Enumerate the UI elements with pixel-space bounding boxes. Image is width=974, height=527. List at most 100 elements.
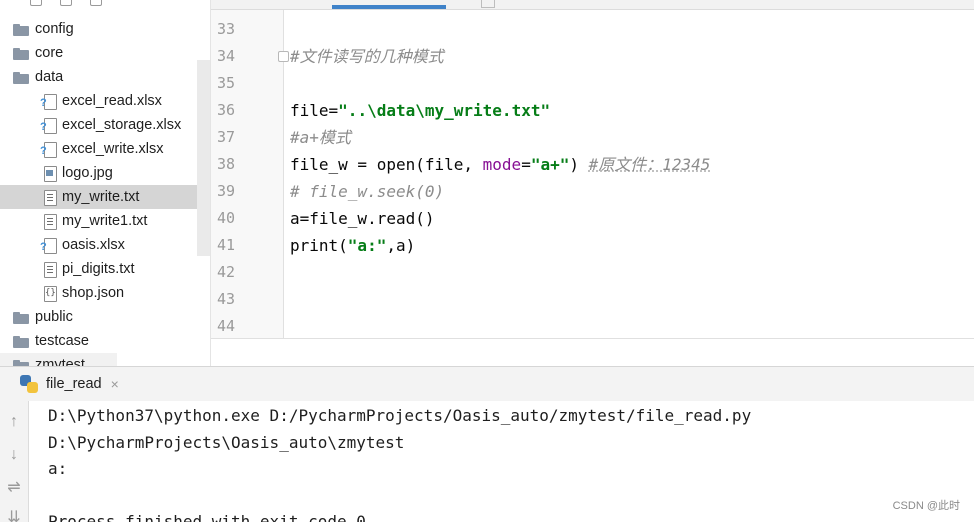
console-output[interactable]: D:\Python37\python.exe D:/PycharmProject… [29, 401, 974, 522]
tree-item-label: excel_write.xlsx [62, 141, 164, 157]
tree-folder-item[interactable]: config [0, 17, 210, 41]
scroll-to-end-icon[interactable]: ⇊ [0, 509, 28, 527]
code-token: "a+" [530, 155, 570, 174]
line-number: 35 [216, 74, 235, 92]
code-token: "a:" [347, 236, 387, 255]
folder-icon [13, 48, 29, 60]
console-line: a: [48, 459, 68, 478]
tree-item-label: testcase [35, 333, 89, 349]
tree-file-item[interactable]: pi_digits.txt [0, 257, 210, 281]
json-file-icon: {} [44, 286, 57, 302]
line-number: 37 [216, 128, 235, 146]
tree-item-label: config [35, 21, 74, 37]
watermark: CSDN @此时 [892, 500, 960, 512]
line-number: 38 [216, 155, 235, 173]
active-editor-tab-indicator[interactable] [332, 5, 446, 9]
tree-file-item[interactable]: my_write1.txt [0, 209, 210, 233]
soft-wrap-icon[interactable]: ⇌ [0, 479, 28, 497]
tree-item-label: excel_read.xlsx [62, 93, 162, 109]
line-number: 44 [216, 317, 235, 335]
tree-folder-item[interactable]: zmytest [0, 353, 117, 366]
tree-item-label: pi_digits.txt [62, 261, 135, 277]
code-line[interactable]: #文件读写的几种模式 [290, 43, 444, 70]
console-line: Process finished with exit code 0 [48, 512, 366, 522]
line-number: 39 [216, 182, 235, 200]
fold-marker-icon[interactable] [278, 51, 289, 62]
line-number: 41 [216, 236, 235, 254]
tree-toolbar-strip [0, 0, 210, 6]
tree-item-label: logo.jpg [62, 165, 113, 181]
editor-tab-icon[interactable] [481, 0, 495, 8]
code-line[interactable]: # file_w.seek(0) [290, 178, 444, 205]
tree-folder-item[interactable]: public [0, 305, 210, 329]
code-token: file= [290, 101, 339, 120]
code-token: #a+模式 [290, 128, 351, 147]
code-token: file_w = open(file, [290, 155, 483, 174]
folder-icon [13, 336, 29, 348]
tree-item-label: my_write.txt [62, 189, 140, 205]
code-token: "..\data\my_write.txt" [338, 101, 551, 120]
folder-icon [13, 312, 29, 324]
run-tab[interactable]: file_read × [20, 367, 119, 401]
tree-file-item[interactable]: {} shop.json [0, 281, 210, 305]
folder-icon [13, 24, 29, 36]
line-number: 36 [216, 101, 235, 119]
tree-item-label: zmytest [35, 357, 85, 366]
code-token: print( [290, 236, 348, 255]
tree-file-item[interactable]: ? excel_storage.xlsx [0, 113, 210, 137]
line-number: 43 [216, 290, 235, 308]
arrow-up-icon[interactable]: ↑ [0, 413, 28, 431]
tree-file-item[interactable]: ? excel_read.xlsx [0, 89, 210, 113]
excel-file-icon: ? [40, 118, 57, 134]
tree-file-item[interactable]: logo.jpg [0, 161, 210, 185]
console-line: D:\Python37\python.exe D:/PycharmProject… [48, 406, 752, 425]
python-icon [20, 375, 38, 393]
tree-file-item[interactable]: my_write.txt [0, 185, 210, 209]
text-file-icon [44, 190, 57, 206]
arrow-down-icon[interactable]: ↓ [0, 446, 28, 464]
run-tab-label: file_read [46, 376, 102, 392]
line-number: 33 [216, 20, 235, 38]
excel-file-icon: ? [40, 238, 57, 254]
code-token: ,a) [386, 236, 416, 255]
code-line[interactable]: file="..\data\my_write.txt" [290, 97, 550, 124]
close-icon[interactable]: × [111, 376, 119, 392]
tree-file-item[interactable]: ? excel_write.xlsx [0, 137, 210, 161]
tree-toolbar-icon[interactable] [60, 0, 72, 6]
project-tree: config core data? excel_read.xlsx? excel_sto… [0, 0, 211, 366]
tree-file-item[interactable]: ? oasis.xlsx [0, 233, 210, 257]
excel-file-icon: ? [40, 94, 57, 110]
code-token: = [521, 155, 531, 174]
editor-tab-strip [211, 0, 974, 10]
code-line[interactable]: file_w = open(file, mode="a+") #原文件：1234… [290, 151, 710, 178]
code-line[interactable]: #a+模式 [290, 124, 351, 151]
code-token: # file_w.seek(0) [290, 182, 445, 201]
tree-item-label: excel_storage.xlsx [62, 117, 182, 133]
tree-item-label: public [35, 309, 73, 325]
run-panel-header: file_read × [0, 366, 974, 402]
tree-folder-item[interactable]: testcase [0, 329, 210, 353]
code-line[interactable]: print("a:",a) [290, 232, 415, 259]
run-toolbar: ↑ ↓ ⇌ ⇊ [0, 401, 29, 526]
code-token: ) [569, 155, 589, 174]
excel-file-icon: ? [40, 142, 57, 158]
code-token: a=file_w.read() [290, 209, 435, 228]
line-number: 34 [216, 47, 235, 65]
tree-folder-item[interactable]: core [0, 41, 210, 65]
tree-item-label: core [35, 45, 64, 61]
code-token: #原文件：12345 [588, 155, 711, 174]
tree-toolbar-icon[interactable] [30, 0, 42, 6]
line-number-gutter: 33 34 35 36 37 38 39 40 41 42 43 44 [211, 10, 284, 339]
code-editor[interactable]: 33 34 35 36 37 38 39 40 41 42 43 44 #文件读写的几种模式 file=… [211, 0, 974, 339]
tree-folder-item[interactable]: data [0, 65, 210, 89]
folder-icon [13, 72, 29, 84]
tree-item-label: shop.json [62, 285, 125, 301]
text-file-icon [44, 262, 57, 278]
console-line: D:\PycharmProjects\Oasis_auto\zmytest [48, 432, 405, 452]
code-token: mode [482, 155, 522, 174]
tree-scrollbar[interactable] [197, 60, 210, 256]
code-line[interactable]: a=file_w.read() [290, 205, 435, 232]
image-file-icon [44, 166, 57, 182]
line-number: 40 [216, 209, 235, 227]
tree-toolbar-icon[interactable] [90, 0, 102, 6]
